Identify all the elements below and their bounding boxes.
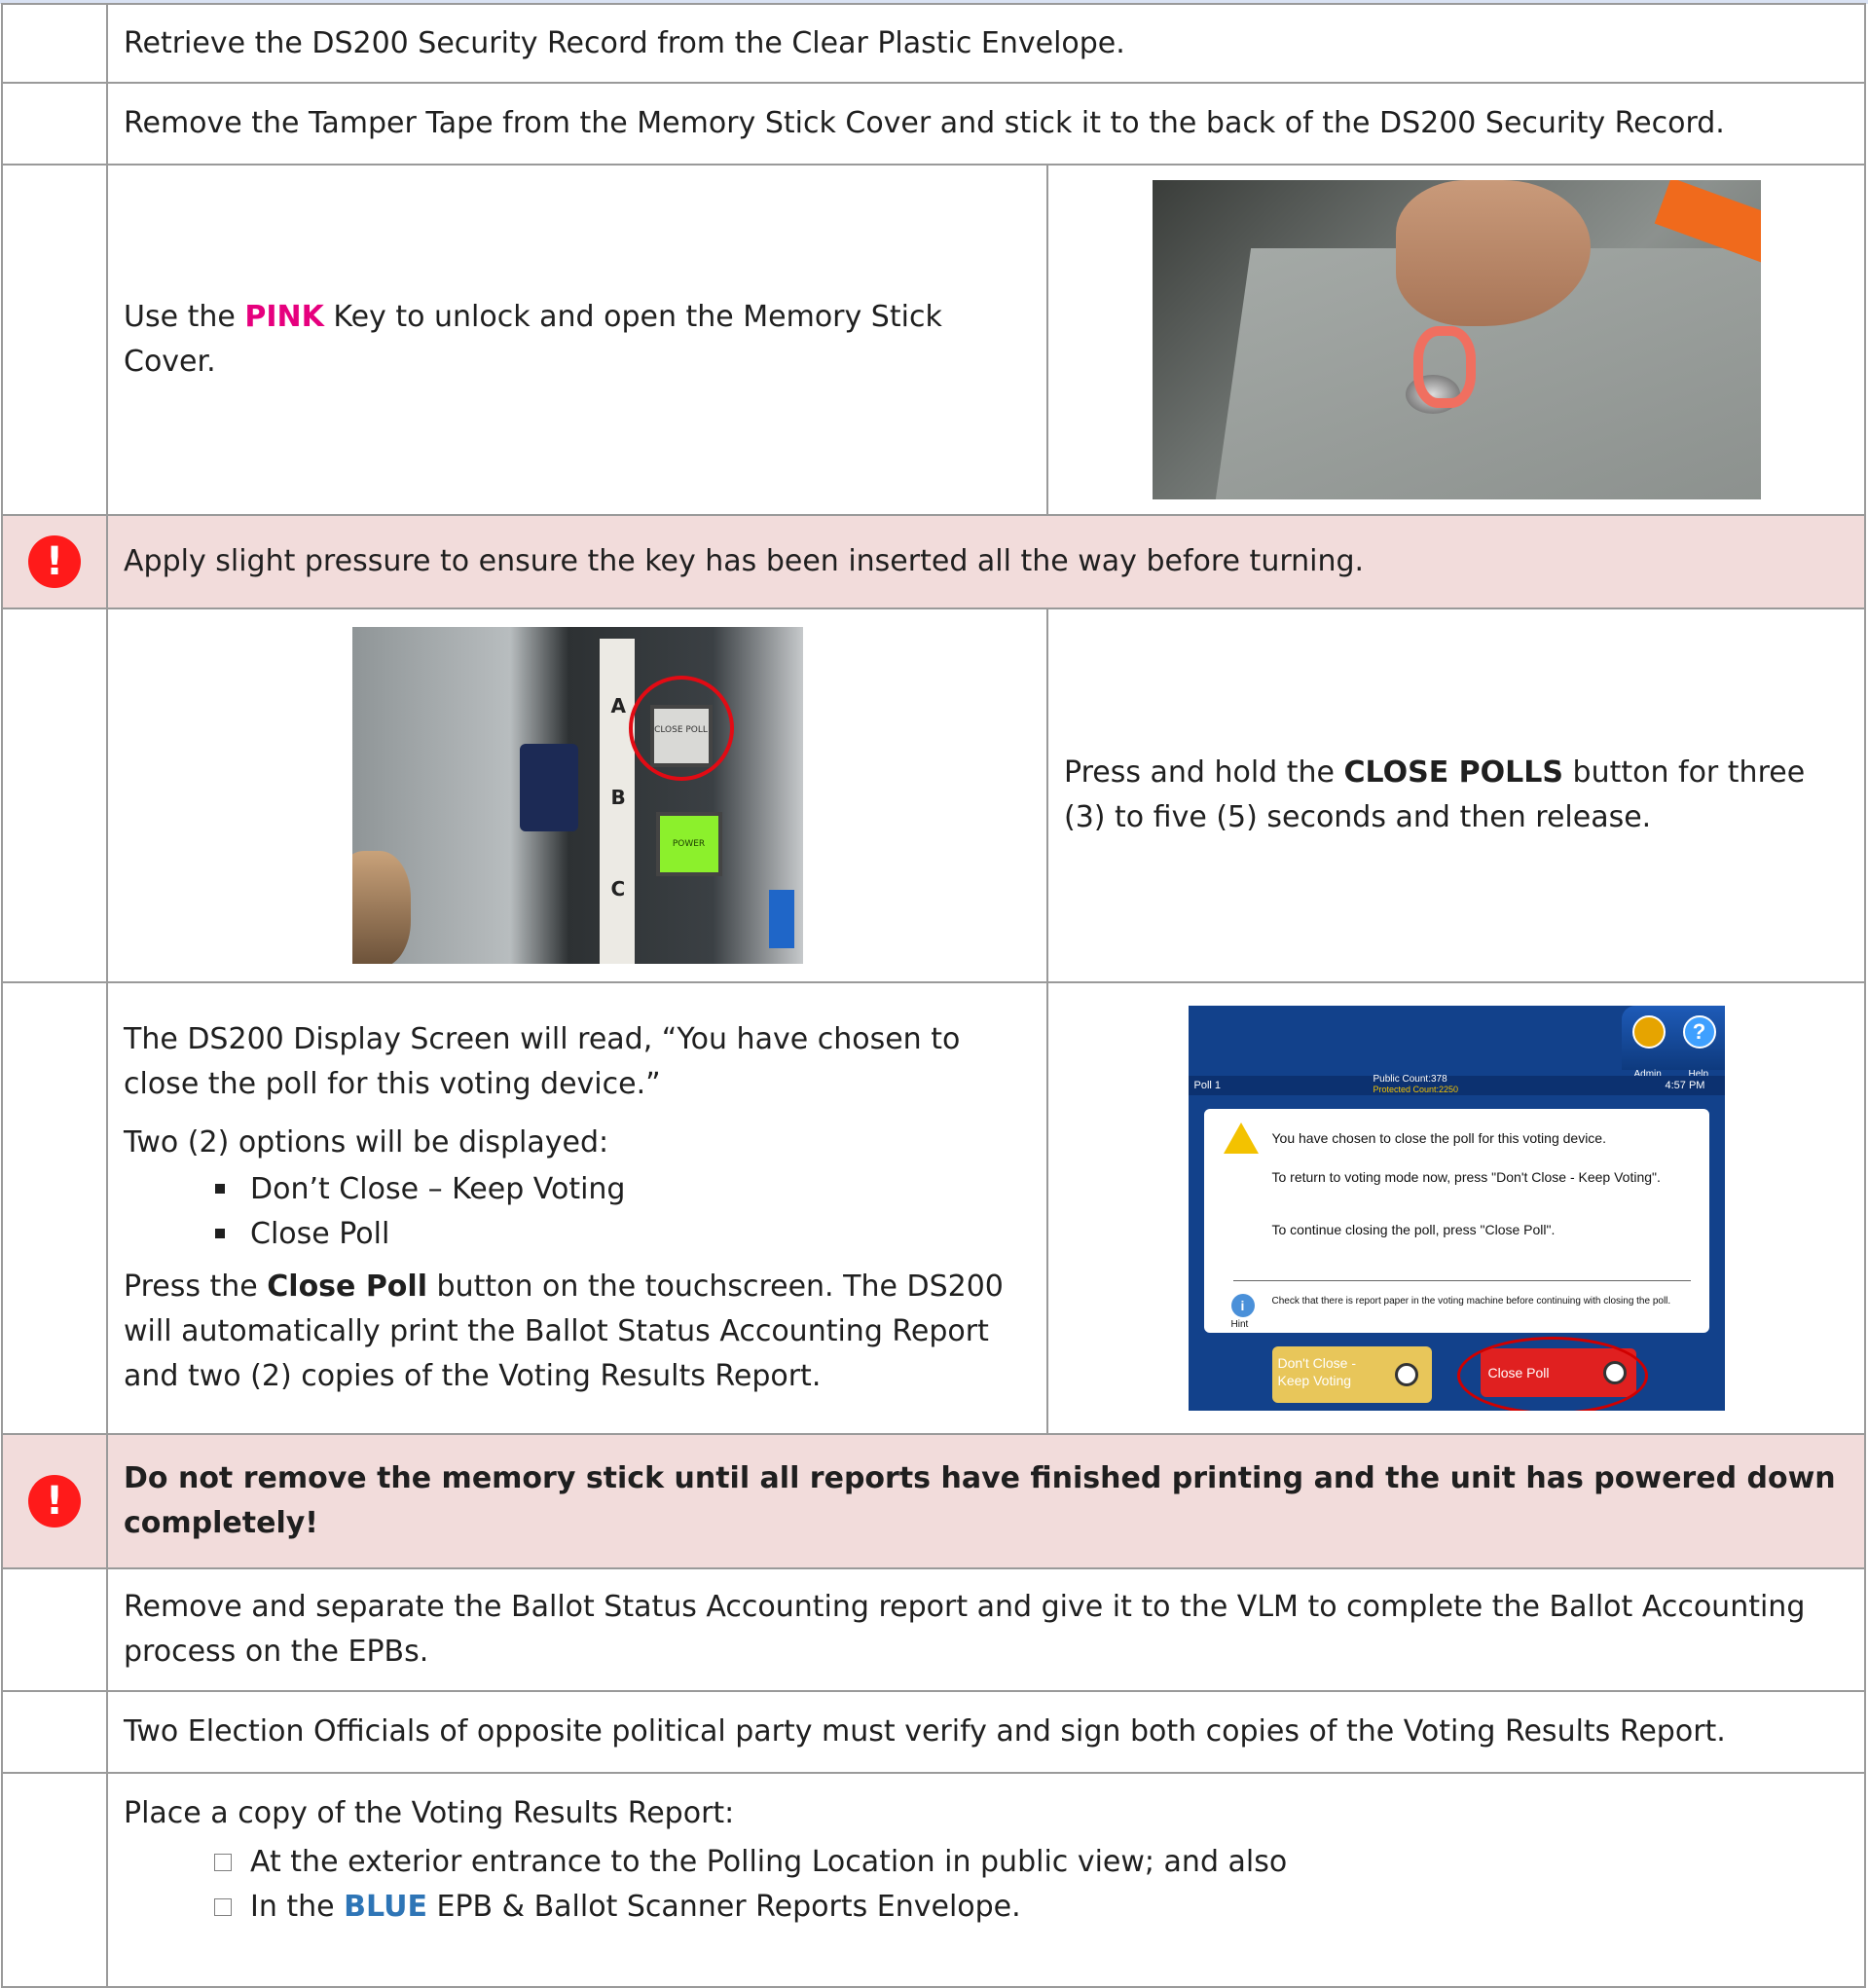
step-image-cell: ? Admin Help Poll 1 Public Count:378 Pro… xyxy=(1046,981,1866,1435)
step-icon-cell xyxy=(1,1772,108,1988)
text-run: Use the xyxy=(124,300,245,334)
paragraph: Press the Close Poll button on the touch… xyxy=(124,1265,1033,1399)
slot-label-c: C xyxy=(610,877,626,901)
power-hw-button: POWER xyxy=(655,812,722,876)
step-row: Retrieve the DS200 Security Record from … xyxy=(1,3,1866,84)
warning-text: Do not remove the memory stick until all… xyxy=(106,1433,1866,1569)
text-run: Press and hold the xyxy=(1064,755,1344,790)
paragraph: Place a copy of the Voting Results Repor… xyxy=(124,1796,735,1830)
warning-text: Apply slight pressure to ensure the key … xyxy=(106,514,1866,609)
step-row: Use the PINK Key to unlock and open the … xyxy=(1,164,1866,516)
warning-row: ! Apply slight pressure to ensure the ke… xyxy=(1,514,1866,609)
dialog-message: To return to voting mode now, press "Don… xyxy=(1271,1169,1661,1185)
hint-text: Check that there is report paper in the … xyxy=(1271,1296,1671,1307)
slot-label-b: B xyxy=(610,786,626,809)
warning-icon xyxy=(1223,1123,1259,1154)
shield-icon xyxy=(1631,1015,1666,1049)
help-icon: ? xyxy=(1682,1015,1716,1049)
checklist: At the exterior entrance to the Polling … xyxy=(124,1840,1850,1930)
step-text: The DS200 Display Screen will read, “You… xyxy=(106,981,1048,1435)
dialog-message: You have chosen to close the poll for th… xyxy=(1271,1130,1606,1146)
pink-key-label: PINK xyxy=(244,300,324,334)
step-icon-cell xyxy=(1,981,108,1435)
step-image-cell: A B C CLOSE POLL POWER xyxy=(106,607,1048,983)
step-text: Two Election Officials of opposite polit… xyxy=(106,1690,1866,1774)
close-poll-label: Close Poll xyxy=(267,1270,427,1304)
clock: 4:57 PM xyxy=(1665,1080,1705,1091)
warning-icon-cell: ! xyxy=(1,514,108,609)
step-row: A B C CLOSE POLL POWER Press and hold th… xyxy=(1,607,1866,983)
warning-row: ! Do not remove the memory stick until a… xyxy=(1,1433,1866,1569)
paragraph: Two (2) options will be displayed: xyxy=(124,1125,609,1160)
list-item: In the BLUE EPB & Ballot Scanner Reports… xyxy=(214,1885,1850,1930)
list-item: At the exterior entrance to the Polling … xyxy=(214,1840,1850,1885)
close-polls-label: CLOSE POLLS xyxy=(1343,755,1563,790)
step-icon-cell xyxy=(1,164,108,516)
text-run: Press the xyxy=(124,1270,268,1304)
list-item: Close Poll xyxy=(215,1212,1033,1257)
step-icon-cell xyxy=(1,1567,108,1692)
step-icon-cell xyxy=(1,607,108,983)
step-icon-cell xyxy=(1,1690,108,1774)
slot-label-a: A xyxy=(610,694,626,718)
options-list: Don’t Close – Keep Voting Close Poll xyxy=(124,1167,1033,1257)
warning-icon-cell: ! xyxy=(1,1433,108,1569)
alert-icon: ! xyxy=(28,535,81,588)
hint-label: Hint xyxy=(1230,1319,1249,1330)
step-text: Use the PINK Key to unlock and open the … xyxy=(106,164,1048,516)
dialog: You have chosen to close the poll for th… xyxy=(1203,1109,1709,1333)
step-icon-cell xyxy=(1,3,108,84)
step-text: Press and hold the CLOSE POLLS button fo… xyxy=(1046,607,1866,983)
step-text: Remove the Tamper Tape from the Memory S… xyxy=(106,82,1866,166)
blue-envelope-label: BLUE xyxy=(344,1890,427,1924)
step-row: Two Election Officials of opposite polit… xyxy=(1,1690,1866,1774)
close-poll-button-photo: A B C CLOSE POLL POWER xyxy=(351,627,803,964)
key-icon xyxy=(1412,326,1476,408)
alert-icon: ! xyxy=(28,1475,81,1528)
info-icon: i xyxy=(1230,1294,1255,1317)
rotate-icon xyxy=(1394,1363,1418,1386)
step-text: Remove and separate the Ballot Status Ac… xyxy=(106,1567,1866,1692)
step-text: Retrieve the DS200 Security Record from … xyxy=(106,3,1866,84)
ds200-screen-image: ? Admin Help Poll 1 Public Count:378 Pro… xyxy=(1188,1006,1725,1411)
dialog-message: To continue closing the poll, press "Clo… xyxy=(1271,1222,1556,1237)
procedure-table: Retrieve the DS200 Security Record from … xyxy=(1,3,1866,1988)
step-text: Place a copy of the Voting Results Repor… xyxy=(106,1772,1866,1988)
highlight-ring xyxy=(628,676,734,781)
poll-label: Poll 1 xyxy=(1193,1080,1222,1091)
highlight-ring xyxy=(1456,1337,1648,1411)
step-icon-cell xyxy=(1,82,108,166)
step-row: Remove the Tamper Tape from the Memory S… xyxy=(1,82,1866,166)
pink-key-photo xyxy=(1152,180,1761,499)
step-row: The DS200 Display Screen will read, “You… xyxy=(1,981,1866,1435)
dont-close-keep-voting-button: Don't Close - Keep Voting xyxy=(1271,1346,1432,1403)
step-image-cell xyxy=(1046,164,1866,516)
step-row: Place a copy of the Voting Results Repor… xyxy=(1,1772,1866,1988)
paragraph: The DS200 Display Screen will read, “You… xyxy=(124,1022,961,1101)
list-item: Don’t Close – Keep Voting xyxy=(215,1167,1033,1212)
status-bar: Poll 1 Public Count:378 Protected Count:… xyxy=(1188,1074,1725,1095)
protected-count: Protected Count:2250 xyxy=(1373,1085,1459,1094)
step-row: Remove and separate the Ballot Status Ac… xyxy=(1,1567,1866,1692)
